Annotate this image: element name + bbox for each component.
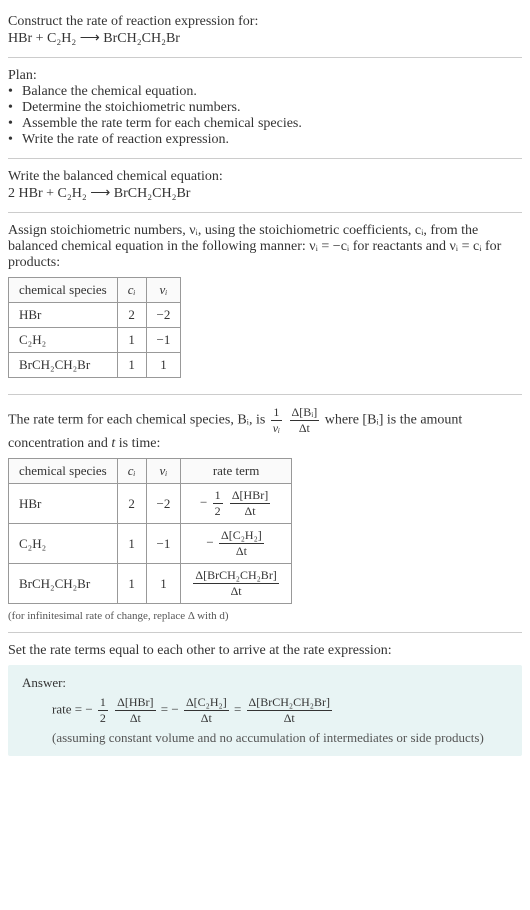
answer-note: (assuming constant volume and no accumul… <box>22 726 508 746</box>
cell-species: C₂H₂ <box>9 524 118 564</box>
intro-section: Construct the rate of reaction expressio… <box>8 8 522 53</box>
cell-species: HBr <box>9 484 118 524</box>
divider <box>8 57 522 58</box>
col-header: νᵢ <box>146 459 181 484</box>
fraction: 1νᵢ <box>271 405 282 436</box>
intro-prompt: Construct the rate of reaction expressio… <box>8 14 522 30</box>
table-row: HBr 2 −2 − 12 Δ[HBr]Δt <box>9 484 292 524</box>
cell-c: 2 <box>117 484 146 524</box>
table-header-row: chemical species cᵢ νᵢ rate term <box>9 459 292 484</box>
col-header: rate term <box>181 459 291 484</box>
set-text: Set the rate terms equal to each other t… <box>8 643 522 659</box>
cell-species: C₂H₂ <box>9 328 118 353</box>
rate-term-text: The rate term for each chemical species,… <box>8 405 522 452</box>
stoich-table: chemical species cᵢ νᵢ HBr 2 −2 C₂H₂ 1 −… <box>8 277 181 378</box>
cell-nu: −1 <box>146 524 181 564</box>
divider <box>8 212 522 213</box>
balanced-equation: 2 HBr + C₂H₂ ⟶ BrCH₂CH₂Br <box>8 185 522 202</box>
fraction: Δ[Bᵢ]Δt <box>290 405 320 436</box>
fraction: Δ[HBr]Δt <box>115 695 155 726</box>
plan-item-text: Balance the chemical equation. <box>22 84 197 100</box>
fraction: 12 <box>213 488 223 519</box>
plan-item-text: Write the rate of reaction expression. <box>22 132 229 148</box>
table-row: C₂H₂ 1 −1 − Δ[C₂H₂]Δt <box>9 524 292 564</box>
bullet-icon: • <box>8 116 22 132</box>
plan-item: •Write the rate of reaction expression. <box>8 132 522 148</box>
plan-item-text: Determine the stoichiometric numbers. <box>22 100 241 116</box>
set-section: Set the rate terms equal to each other t… <box>8 637 522 768</box>
rate-term-table: chemical species cᵢ νᵢ rate term HBr 2 −… <box>8 458 292 604</box>
fraction: Δ[BrCH₂CH₂Br]Δt <box>247 695 332 726</box>
col-header: chemical species <box>9 459 118 484</box>
plan-heading: Plan: <box>8 68 522 84</box>
rate-term-note: (for infinitesimal rate of change, repla… <box>8 610 522 622</box>
cell-c: 2 <box>117 303 146 328</box>
cell-species: HBr <box>9 303 118 328</box>
cell-rate-term: Δ[BrCH₂CH₂Br]Δt <box>181 564 291 604</box>
col-header: chemical species <box>9 278 118 303</box>
cell-c: 1 <box>117 353 146 378</box>
fraction: Δ[BrCH₂CH₂Br]Δt <box>193 568 278 599</box>
cell-species: BrCH₂CH₂Br <box>9 564 118 604</box>
table-row: BrCH₂CH₂Br 1 1 <box>9 353 181 378</box>
cell-nu: −1 <box>146 328 181 353</box>
plan-item: •Assemble the rate term for each chemica… <box>8 116 522 132</box>
balanced-heading: Write the balanced chemical equation: <box>8 169 522 185</box>
fraction: 12 <box>98 695 108 726</box>
cell-rate-term: − Δ[C₂H₂]Δt <box>181 524 291 564</box>
col-header: cᵢ <box>117 278 146 303</box>
cell-species: BrCH₂CH₂Br <box>9 353 118 378</box>
divider <box>8 158 522 159</box>
fraction: Δ[C₂H₂]Δt <box>219 528 264 559</box>
balanced-section: Write the balanced chemical equation: 2 … <box>8 163 522 208</box>
divider <box>8 632 522 633</box>
table-row: HBr 2 −2 <box>9 303 181 328</box>
cell-rate-term: − 12 Δ[HBr]Δt <box>181 484 291 524</box>
col-header: νᵢ <box>146 278 181 303</box>
plan-item: •Determine the stoichiometric numbers. <box>8 100 522 116</box>
answer-label: Answer: <box>22 675 508 691</box>
answer-box: Answer: rate = − 12 Δ[HBr]Δt = − Δ[C₂H₂]… <box>8 665 522 756</box>
divider <box>8 394 522 395</box>
cell-c: 1 <box>117 564 146 604</box>
plan-item: •Balance the chemical equation. <box>8 84 522 100</box>
table-header-row: chemical species cᵢ νᵢ <box>9 278 181 303</box>
assign-section: Assign stoichiometric numbers, νᵢ, using… <box>8 217 522 390</box>
cell-nu: −2 <box>146 484 181 524</box>
bullet-icon: • <box>8 100 22 116</box>
plan-section: Plan: •Balance the chemical equation. •D… <box>8 62 522 154</box>
bullet-icon: • <box>8 84 22 100</box>
cell-nu: −2 <box>146 303 181 328</box>
plan-item-text: Assemble the rate term for each chemical… <box>22 116 302 132</box>
cell-c: 1 <box>117 328 146 353</box>
fraction: Δ[C₂H₂]Δt <box>184 695 229 726</box>
table-row: C₂H₂ 1 −1 <box>9 328 181 353</box>
intro-equation: HBr + C₂H₂ ⟶ BrCH₂CH₂Br <box>8 30 522 47</box>
answer-expression: rate = − 12 Δ[HBr]Δt = − Δ[C₂H₂]Δt = Δ[B… <box>22 695 508 726</box>
col-header: cᵢ <box>117 459 146 484</box>
table-row: BrCH₂CH₂Br 1 1 Δ[BrCH₂CH₂Br]Δt <box>9 564 292 604</box>
bullet-icon: • <box>8 132 22 148</box>
fraction: Δ[HBr]Δt <box>230 488 270 519</box>
cell-nu: 1 <box>146 564 181 604</box>
cell-c: 1 <box>117 524 146 564</box>
assign-text: Assign stoichiometric numbers, νᵢ, using… <box>8 223 522 271</box>
rate-term-section: The rate term for each chemical species,… <box>8 399 522 628</box>
cell-nu: 1 <box>146 353 181 378</box>
